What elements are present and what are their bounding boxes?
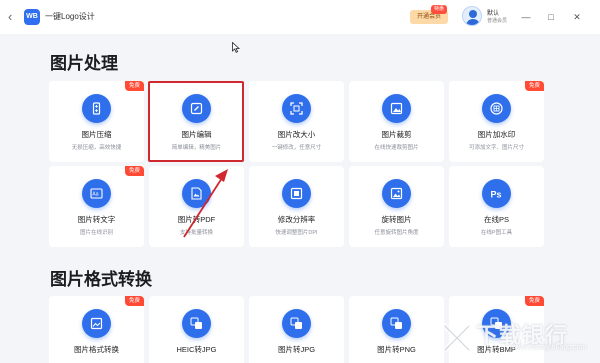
avatar[interactable] [462,6,482,26]
tool-name: 旋转图片 [381,215,412,224]
title-bar: ‹ WB 一键Logo设计 开通会员 特惠 默认 普通会员 — □ ✕ [0,0,600,34]
tool-card-ocr[interactable]: Aa 图片转文字图片在线识别 免费 [49,166,144,247]
tool-description: 支持批量转换 [179,230,213,236]
tool-description: 任意旋转图片角度 [374,230,419,236]
tool-name: HEIC转JPG [176,345,217,354]
minimize-button[interactable]: — [521,11,531,23]
tool-card-pdf[interactable]: 图片转PDF 支持批量转换 [149,166,244,247]
tool-name: 图片压缩 [81,130,112,139]
tool-description: 在线P图工具 [480,230,513,236]
section-title-format-conversion: 图片格式转换 [50,270,152,290]
vip-discount-badge: 特惠 [431,5,448,14]
user-membership: 普通会员 [487,18,508,24]
section-title-image-processing: 图片处理 [50,54,118,74]
free-badge: 免费 [124,296,144,306]
ps-icon: Ps [482,179,511,208]
tool-name: 图片转PDF [177,215,216,224]
watermark-icon [482,94,511,123]
svg-text:Ps: Ps [491,190,502,200]
heic-icon [182,309,211,338]
tool-description: 快速调整图片DPI [275,230,318,236]
ocr-icon: Aa [82,179,111,208]
tool-description: 一键修改，任意尺寸 [271,145,322,151]
rotate-icon [382,179,411,208]
compress-icon [82,94,111,123]
svg-text:Aa: Aa [92,192,98,198]
tool-card-resolution[interactable]: 修改分辨率快速调整图片DPI [249,166,344,247]
tool-name: 修改分辨率 [277,215,316,224]
tool-name: 图片转PNG [377,345,416,354]
tool-card-ps[interactable]: Ps 在线PS 在线P图工具 [449,166,544,247]
watermark-url: www.xiazaiyinhang.com [512,344,587,351]
tool-card-crop[interactable]: 图片裁剪在线快速裁剪图片 [349,81,444,162]
tool-card-heic[interactable]: HEIC转JPG [149,296,244,363]
tool-description: 无损压缩，高效快捷 [71,145,122,151]
pdf-icon [182,179,211,208]
tool-name: 图片裁剪 [381,130,412,139]
tool-name: 图片转JPG [277,345,316,354]
watermark-logo-icon [442,323,472,353]
free-badge: 免费 [124,166,144,176]
mouse-cursor-icon [232,42,240,53]
tool-description: 图片在线识别 [79,230,113,236]
tool-card-jpg[interactable]: 图片转JPG [249,296,344,363]
maximize-button[interactable]: □ [546,11,556,23]
tool-description: 在线快速裁剪图片 [374,145,419,151]
free-badge: 免费 [124,81,144,91]
tool-name: 图片改大小 [277,130,316,139]
app-title: 一键Logo设计 [45,12,95,21]
free-badge: 免费 [524,296,544,306]
tool-card-watermark[interactable]: 图片加水印可添加文字、图片尺寸 免费 [449,81,544,162]
back-arrow-icon[interactable]: ‹ [8,10,18,24]
tool-card-resize[interactable]: 图片改大小一键修改，任意尺寸 [249,81,344,162]
tool-name: 图片加水印 [477,130,516,139]
close-button[interactable]: ✕ [572,11,582,23]
user-name[interactable]: 默认 [487,8,499,17]
format-convert-icon [82,309,111,338]
resolution-icon [282,179,311,208]
tool-name: 图片格式转换 [74,345,119,354]
tool-name: 图片转文字 [77,215,116,224]
tool-card-rotate[interactable]: 旋转图片任意旋转图片角度 [349,166,444,247]
tool-card-format-convert[interactable]: 图片格式转换 免费 [49,296,144,363]
jpg-icon [282,309,311,338]
tool-name: 在线PS [483,215,509,224]
highlight-box [148,81,244,162]
tool-card-png[interactable]: 图片转PNG [349,296,444,363]
free-badge: 免费 [524,81,544,91]
tool-description: 可添加文字、图片尺寸 [468,145,524,151]
crop-icon [382,94,411,123]
tool-card-compress[interactable]: 图片压缩无损压缩，高效快捷 免费 [49,81,144,162]
resize-icon [282,94,311,123]
app-logo-icon: WB [24,9,40,25]
png-icon [382,309,411,338]
